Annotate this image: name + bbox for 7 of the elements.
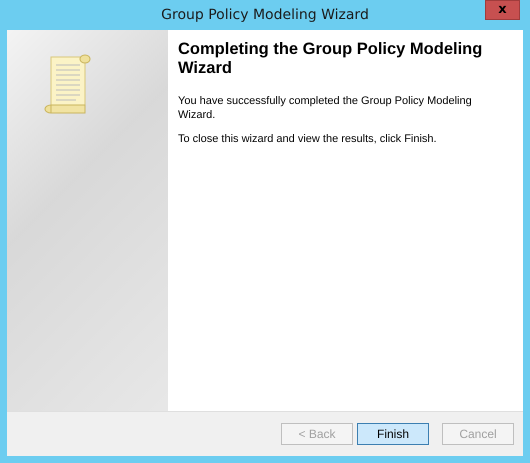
wizard-text: You have successfully completed the Group Policy Modeling Wizard. (178, 94, 473, 122)
wizard-text: To close this wizard and view the results, click Finish. (178, 132, 438, 146)
wizard-button[interactable]: Finish (357, 423, 429, 445)
scroll-icon (43, 53, 93, 115)
wizard-heading: Completing the Group Policy Modeling Wizard (178, 40, 484, 78)
window-title: Group Policy Modeling Wizard (161, 7, 369, 23)
close-button[interactable]: x (485, 0, 520, 20)
